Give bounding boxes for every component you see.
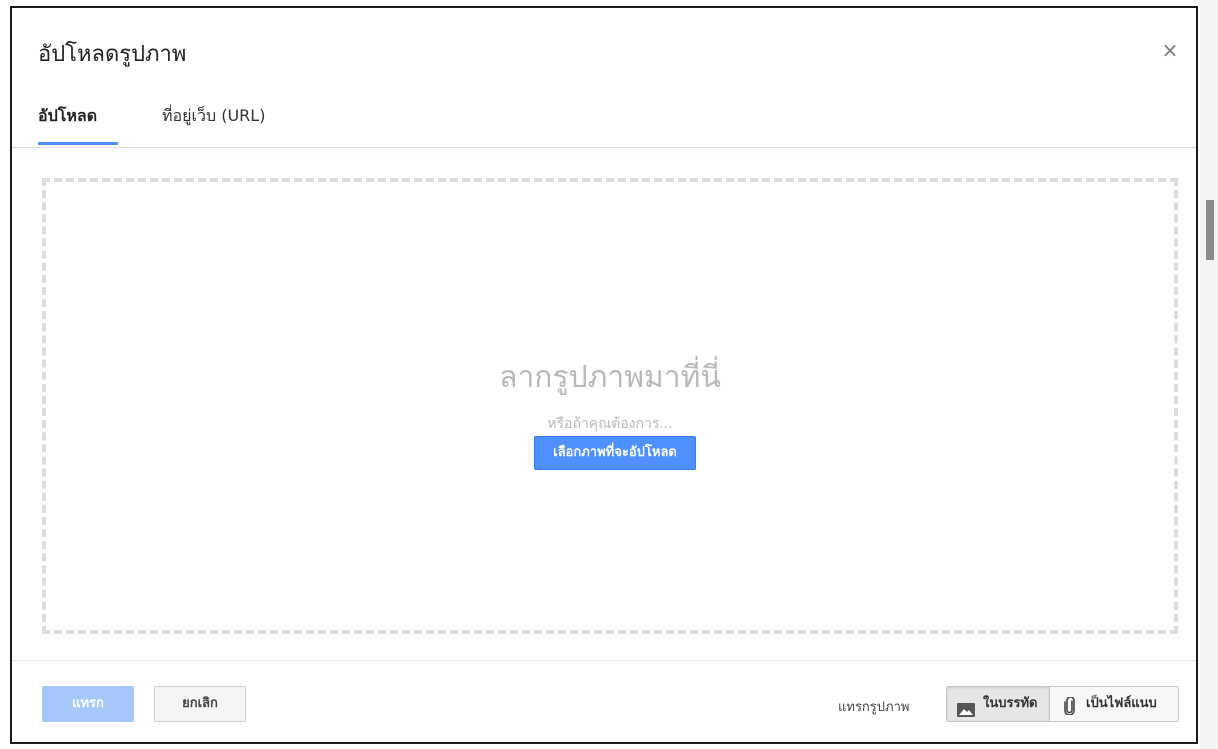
- tab-web-address[interactable]: ที่อยู่เว็บ (URL): [162, 104, 265, 129]
- tabs-divider: [12, 147, 1196, 148]
- insert-button[interactable]: แทรก: [42, 686, 134, 722]
- background-page-edge: [1200, 0, 1218, 749]
- active-tab-indicator: [38, 142, 118, 145]
- drop-zone[interactable]: ลากรูปภาพมาที่นี่ หรือถ้าคุณต้องการ... เ…: [42, 178, 1178, 634]
- close-icon[interactable]: ×: [1158, 38, 1182, 62]
- tab-upload[interactable]: อัปโหลด: [38, 104, 97, 129]
- upload-image-dialog: อัปโหลดรูปภาพ × อัปโหลด ที่อยู่เว็บ (URL…: [10, 6, 1198, 744]
- inline-option-button[interactable]: ในบรรทัด: [946, 686, 1050, 722]
- attachment-option-label: เป็นไฟล์แนบ: [1086, 696, 1157, 711]
- drop-zone-or-text: หรือถ้าคุณต้องการ...: [547, 416, 673, 432]
- background-scrollbar-thumb[interactable]: [1206, 200, 1214, 260]
- paperclip-icon: [1064, 695, 1076, 729]
- image-icon: [957, 697, 975, 731]
- select-image-button[interactable]: เลือกภาพที่จะอัปโหลด: [534, 436, 696, 470]
- dialog-title: อัปโหลดรูปภาพ: [38, 42, 187, 67]
- attachment-option-button[interactable]: เป็นไฟล์แนบ: [1049, 686, 1179, 722]
- drop-zone-title: ลากรูปภาพมาที่นี่: [499, 360, 721, 395]
- cancel-button[interactable]: ยกเลิก: [154, 686, 246, 722]
- footer-divider: [12, 660, 1196, 661]
- screen: อัปโหลดรูปภาพ × อัปโหลด ที่อยู่เว็บ (URL…: [0, 0, 1218, 749]
- inline-option-label: ในบรรทัด: [983, 696, 1038, 711]
- insert-as-label: แทรกรูปภาพ: [838, 700, 910, 715]
